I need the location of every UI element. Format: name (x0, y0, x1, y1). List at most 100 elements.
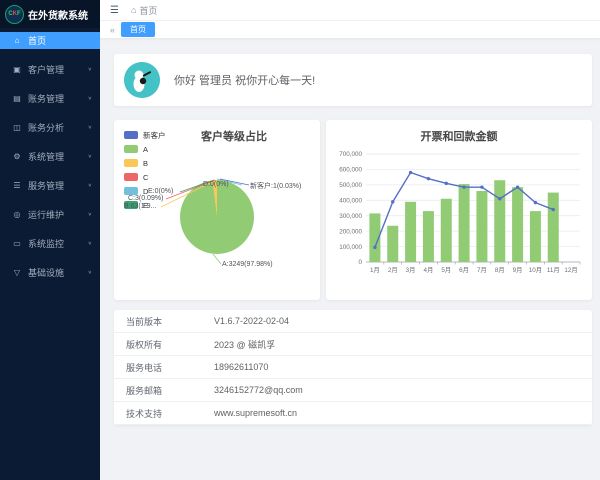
logo-bar: CKF 在外货款系统 (0, 0, 100, 28)
legend-swatch (124, 131, 138, 139)
home-icon: ⌂ (131, 5, 136, 15)
tab-home[interactable]: 首页 (121, 22, 155, 37)
legend-item-A[interactable]: A (124, 142, 166, 156)
menu-service-icon: ☰ (12, 181, 22, 190)
svg-text:6月: 6月 (459, 266, 469, 274)
info-row-label: 服务邮箱 (114, 384, 214, 397)
sidebar-item-label: 客户管理 (28, 63, 88, 76)
charts-row: 客户等级占比 新客户ABCDE D:0(0%)新客户:1(0.03%)E:0(0… (114, 120, 592, 300)
svg-text:2月: 2月 (388, 266, 398, 274)
info-row-value: 18962611070 (214, 362, 268, 372)
breadcrumb-label: 首页 (139, 4, 157, 17)
greeting-text: 你好 管理员 祝你开心每一天! (174, 72, 315, 88)
content-column: ☰ ⌂ 首页 « 首页 (100, 0, 600, 480)
sidebar-item-1[interactable]: ▣ 客户管理∨ (0, 61, 100, 78)
tab-bar: « 首页 (100, 21, 600, 39)
svg-text:9月: 9月 (513, 266, 523, 274)
sidebar-item-label: 系统监控 (28, 237, 88, 250)
sidebar-item-2[interactable]: ▤ 账务管理∨ (0, 90, 100, 107)
table-row: 版权所有2023 @ 磁凯孚 (114, 333, 592, 356)
avatar (124, 62, 160, 98)
chevron-down-icon: ∨ (88, 67, 92, 73)
chevron-down-icon: ∨ (88, 212, 92, 218)
bar-chart-title: 开票和回款金额 (326, 128, 592, 144)
pie-label-C: C:3(0.09%) (128, 195, 163, 202)
legend-item-新客户[interactable]: 新客户 (124, 128, 166, 142)
sidebar-item-4[interactable]: ⚙系统管理∨ (0, 148, 100, 165)
info-row-label: 技术支持 (114, 407, 214, 420)
legend-item-C[interactable]: C (124, 170, 166, 184)
sidebar-item-label: 运行维护 (28, 208, 88, 221)
svg-text:300,000: 300,000 (339, 213, 362, 220)
pie-chart[interactable] (180, 180, 254, 254)
svg-text:200,000: 200,000 (339, 228, 362, 235)
menu-customer-icon: ▣ (12, 65, 22, 74)
chevron-down-icon: ∨ (88, 183, 92, 189)
sidebar-item-label: 基础设施 (28, 266, 88, 279)
app-logo: CKF (5, 5, 24, 24)
chevron-down-icon: ∨ (88, 241, 92, 247)
chevron-down-icon: ∨ (88, 96, 92, 102)
legend-label: B (143, 159, 148, 168)
table-row: 服务电话18962611070 (114, 356, 592, 379)
menu-infra-icon: ▽ (12, 268, 22, 277)
sidebar-item-8[interactable]: ▽基础设施∨ (0, 264, 100, 281)
menu-monitor-icon: ▭ (12, 239, 22, 248)
legend-label: C (143, 173, 148, 182)
menu-analysis-icon: ◫ (12, 123, 22, 132)
svg-text:100,000: 100,000 (339, 244, 362, 251)
bar-chart-card: 开票和回款金额 0 100,000 200,000 300,000 400,000 500… (326, 120, 592, 300)
tabs-scroll-left-icon[interactable]: « (104, 25, 121, 35)
sidebar-item-7[interactable]: ▭ 系统监控∨ (0, 235, 100, 252)
legend-label: A (143, 145, 148, 154)
table-row: 服务邮箱3246152772@qq.com (114, 379, 592, 402)
svg-text:3月: 3月 (406, 266, 416, 274)
info-row-value: www.supremesoft.cn (214, 408, 297, 418)
pie-label-新客户: 新客户:1(0.03%) (250, 181, 301, 191)
svg-text:4月: 4月 (424, 266, 434, 274)
svg-text:12月: 12月 (564, 266, 577, 274)
bar-line-chart[interactable]: 0 100,000 200,000 300,000 400,000 500,000 600,… (332, 146, 586, 296)
sidebar-item-label: 账务管理 (28, 92, 88, 105)
legend-item-B[interactable]: B (124, 156, 166, 170)
svg-text:11月: 11月 (547, 266, 560, 274)
breadcrumb[interactable]: ⌂ 首页 (131, 4, 157, 17)
info-table-card: 当前版本V1.6.7-2022-02-04版权所有2023 @ 磁凯孚服务电话1… (114, 310, 592, 425)
greeting-card: 你好 管理员 祝你开心每一天! (114, 54, 592, 106)
legend-swatch (124, 159, 138, 167)
pie-label-E: E:0(0%) (148, 188, 173, 195)
svg-text:600,000: 600,000 (339, 167, 362, 174)
avatar-doodle-icon (124, 62, 160, 98)
info-row-value: V1.6.7-2022-02-04 (214, 316, 289, 326)
main-area: 你好 管理员 祝你开心每一天! 客户等级占比 新客户ABCDE D:0(0%)新… (100, 39, 600, 480)
legend-swatch (124, 145, 138, 153)
svg-text:8月: 8月 (495, 266, 505, 274)
top-header: ☰ ⌂ 首页 (100, 0, 600, 21)
svg-text:7月: 7月 (477, 266, 487, 274)
hamburger-icon[interactable]: ☰ (110, 5, 119, 16)
app-window: CKF 在外货款系统 ⌂首页▣客户管理∨▤账务管理∨◫账务分析∨⚙系统管理∨☰服… (0, 0, 600, 480)
svg-text:1月: 1月 (370, 266, 380, 274)
legend-label: 新客户 (143, 130, 166, 141)
table-row: 技术支持www.supremesoft.cn (114, 402, 592, 425)
menu-ops-icon: ◎ (12, 210, 22, 219)
info-row-label: 服务电话 (114, 361, 214, 374)
sidebar-item-home[interactable]: ⌂首页 (0, 32, 100, 49)
chevron-down-icon: ∨ (88, 154, 92, 160)
sidebar: CKF 在外货款系统 ⌂首页▣客户管理∨▤账务管理∨◫账务分析∨⚙系统管理∨☰服… (0, 0, 100, 480)
sidebar-item-6[interactable]: ◎ 运行维护∨ (0, 206, 100, 223)
info-row-label: 当前版本 (114, 315, 214, 328)
sidebar-menu: ⌂首页▣客户管理∨▤账务管理∨◫账务分析∨⚙系统管理∨☰服务管理∨◎运行维护∨▭… (0, 28, 100, 293)
sidebar-item-3[interactable]: ◫账务分析∨ (0, 119, 100, 136)
menu-home-icon: ⌂ (12, 36, 22, 45)
svg-text:10月: 10月 (529, 266, 542, 274)
menu-system-icon: ⚙ (12, 152, 22, 161)
sidebar-item-5[interactable]: ☰服务管理∨ (0, 177, 100, 194)
svg-text:500,000: 500,000 (339, 182, 362, 189)
info-row-label: 版权所有 (114, 338, 214, 351)
svg-text:0: 0 (358, 259, 362, 266)
pie-chart-card: 客户等级占比 新客户ABCDE D:0(0%)新客户:1(0.03%)E:0(0… (114, 120, 320, 300)
svg-text:700,000: 700,000 (339, 151, 362, 158)
svg-text:400,000: 400,000 (339, 197, 362, 204)
menu-account-icon: ▤ (12, 94, 22, 103)
